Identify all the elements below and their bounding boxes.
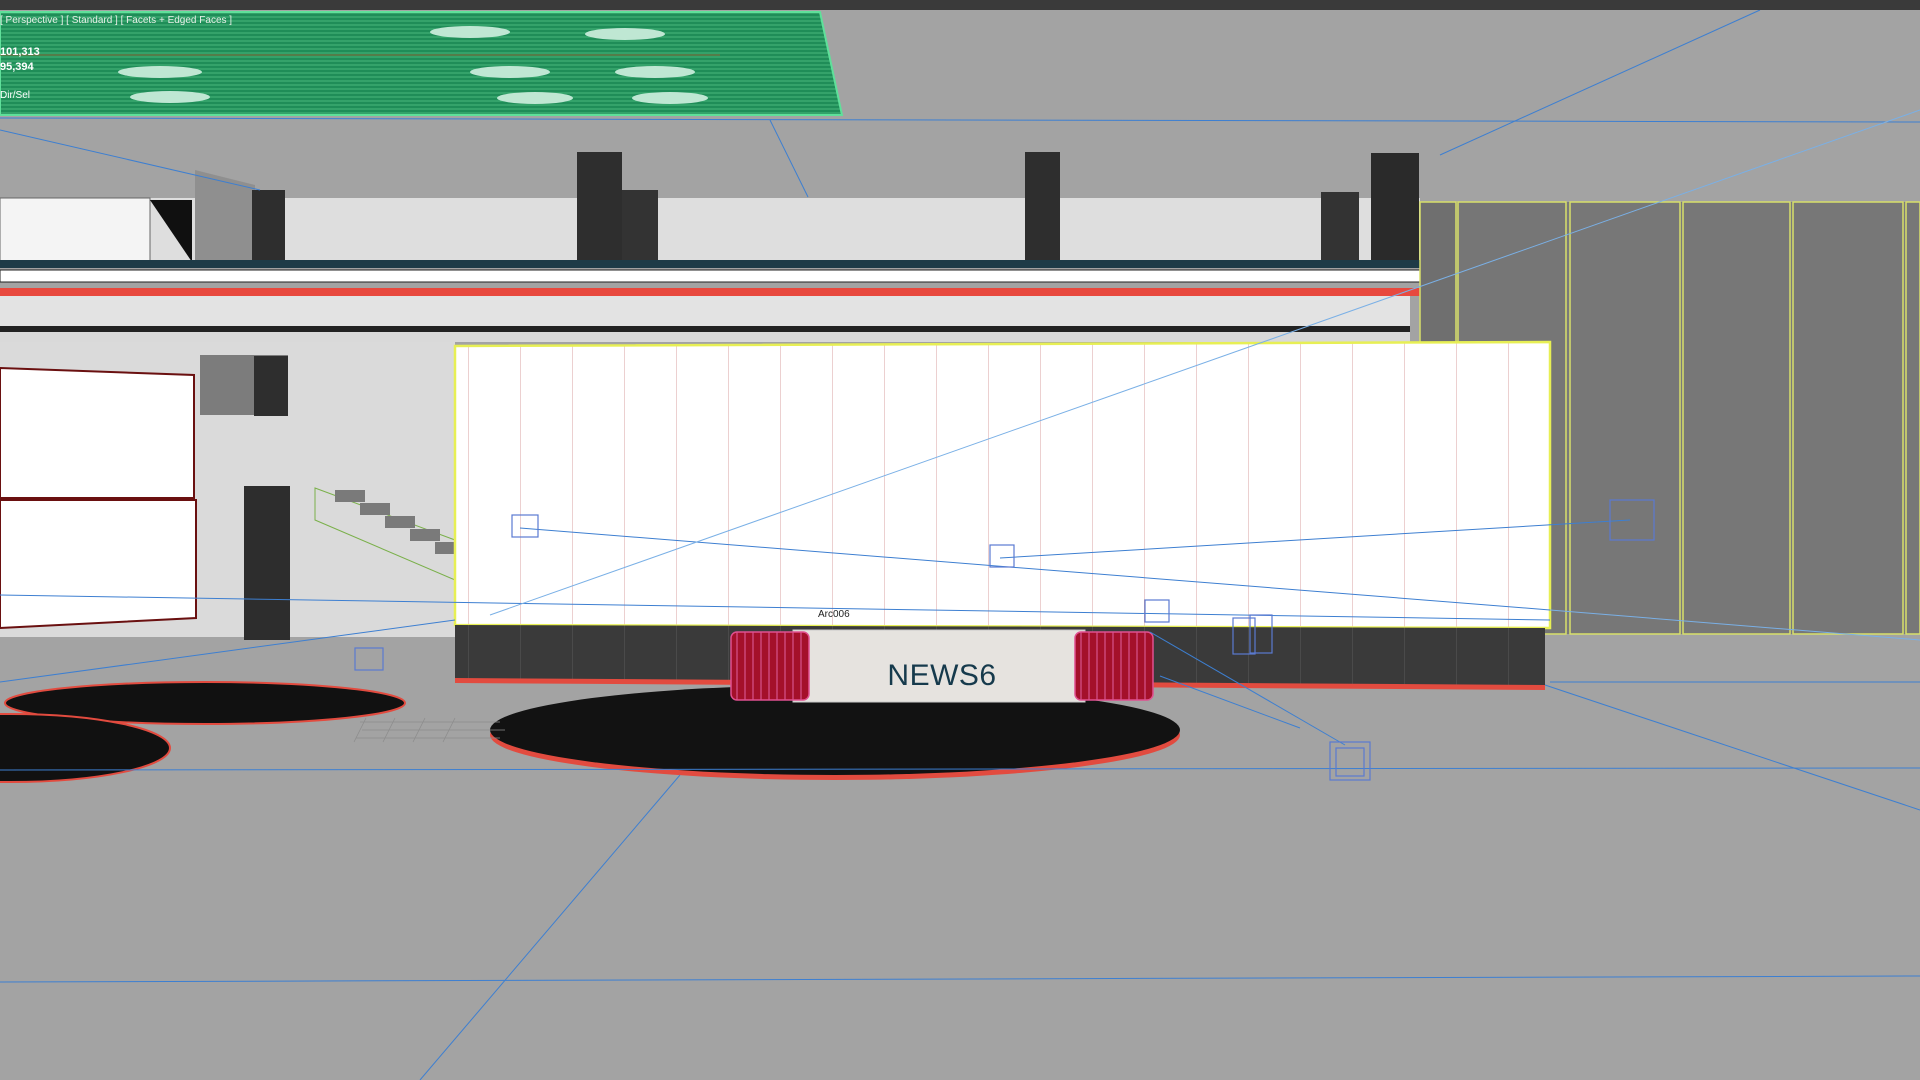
object-name-label: Arc006 <box>818 609 850 620</box>
scene-canvas[interactable] <box>0 0 1920 1080</box>
3d-viewport[interactable]: [ Perspective ] [ Standard ] [ Facets + … <box>0 0 1920 1080</box>
desk-logo-text: NEWS6 <box>887 659 997 692</box>
floor-grid <box>353 717 505 743</box>
stats-verts: 95,394 <box>0 61 34 73</box>
viewport-title-bar <box>0 0 1920 10</box>
upper-gallery[interactable] <box>0 152 1426 342</box>
ceiling-light-grid[interactable] <box>0 11 844 116</box>
viewport-label[interactable]: [ Perspective ] [ Standard ] [ Facets + … <box>0 16 232 26</box>
stats-mode: Dir/Sel <box>0 90 31 101</box>
stats-polys: 101,313 <box>0 46 40 58</box>
left-stage-area[interactable] <box>0 342 456 640</box>
